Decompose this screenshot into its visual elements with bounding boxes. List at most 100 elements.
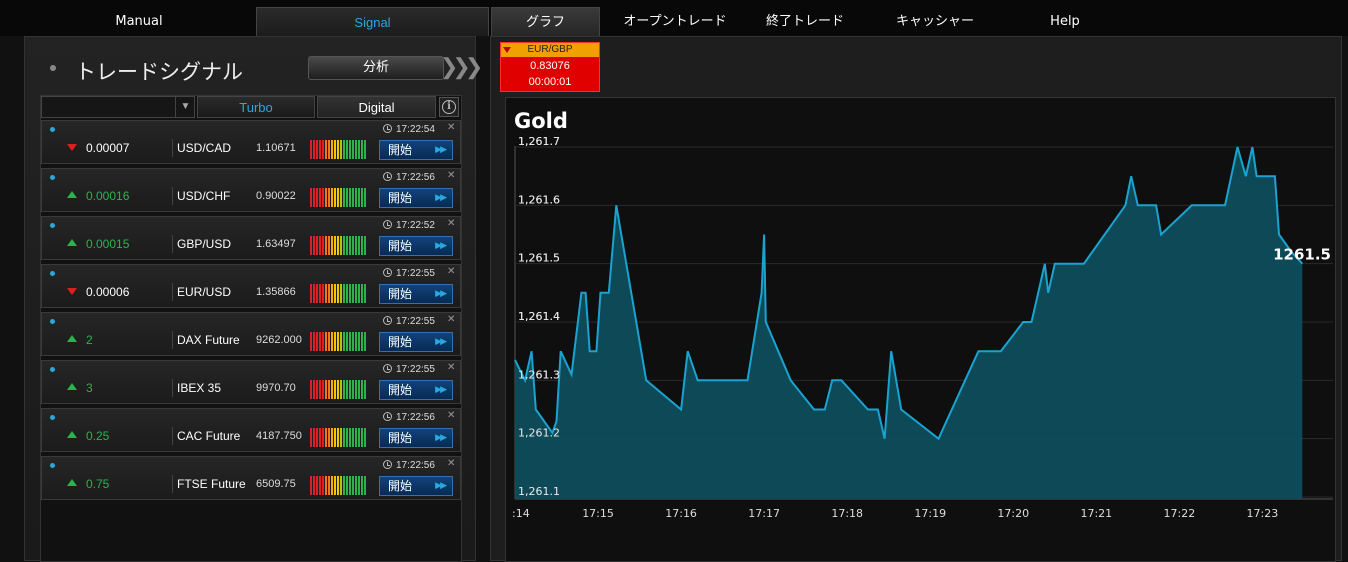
- signal-row: 17:22:55 ✕ 3 IBEX 35 9970.70 開始 ▶▶: [41, 360, 461, 404]
- tab-turbo[interactable]: Turbo: [197, 96, 315, 118]
- arrow-up-icon: [67, 239, 77, 246]
- strength-meter: [310, 380, 366, 399]
- down-arrow-icon: [503, 47, 511, 53]
- divider: [172, 427, 173, 445]
- fast-forward-icon: ▶▶: [435, 145, 447, 155]
- x-tick-label: 17:22: [1164, 507, 1196, 520]
- signal-value: 0.00015: [86, 237, 130, 251]
- nav-open-trades[interactable]: オープントレード: [608, 8, 742, 36]
- signal-value: 0.75: [86, 477, 110, 491]
- start-button[interactable]: 開始 ▶▶: [379, 476, 453, 496]
- signal-time-value: 17:22:54: [396, 124, 435, 135]
- start-button-label: 開始: [388, 479, 413, 493]
- signal-price: 0.90022: [256, 190, 296, 202]
- close-icon[interactable]: ✕: [447, 458, 455, 469]
- close-icon[interactable]: ✕: [447, 362, 455, 373]
- chart-panel: EUR/GBP 0.83076 00:00:01 Gold 1,261.11,2…: [490, 36, 1342, 562]
- nav-help[interactable]: Help: [1030, 8, 1100, 36]
- signal-row: 17:22:55 ✕ 2 DAX Future 9262.000 開始 ▶▶: [41, 312, 461, 356]
- signal-list: ▼ Turbo Digital i 17:22:54 ✕ 0.00007 USD/CA…: [40, 95, 462, 562]
- clock-icon: [383, 220, 392, 229]
- start-button[interactable]: 開始 ▶▶: [379, 332, 453, 352]
- chevrons-right-icon[interactable]: ❯❯❯: [440, 55, 483, 81]
- close-icon[interactable]: ✕: [447, 122, 455, 133]
- signal-price: 9262.000: [256, 334, 302, 346]
- close-icon[interactable]: ✕: [447, 314, 455, 325]
- arrow-up-icon: [67, 383, 77, 390]
- start-button[interactable]: 開始 ▶▶: [379, 284, 453, 304]
- analysis-button[interactable]: 分析: [308, 56, 444, 80]
- gold-chart[interactable]: Gold 1,261.11,261.21,261.31,261.41,261.5…: [505, 97, 1336, 562]
- status-dot-icon: [50, 223, 55, 228]
- tab-digital[interactable]: Digital: [317, 96, 436, 118]
- asset-tab-eur-gbp[interactable]: EUR/GBP 0.83076 00:00:01: [500, 42, 600, 92]
- top-navigation: Manual Signal グラフ オープントレード 終了トレード キャッシャー…: [0, 0, 1348, 36]
- signal-time-value: 17:22:55: [396, 364, 435, 375]
- x-tick-label: 17:16: [665, 507, 697, 520]
- signal-symbol: CAC Future: [177, 429, 241, 443]
- signal-symbol: EUR/USD: [177, 285, 232, 299]
- status-dot-icon: [50, 463, 55, 468]
- asset-tab-price: 0.83076: [530, 60, 570, 72]
- chevron-down-icon[interactable]: ▼: [175, 97, 195, 117]
- divider: [172, 379, 173, 397]
- start-button[interactable]: 開始 ▶▶: [379, 140, 453, 160]
- signal-row: 17:22:55 ✕ 0.00006 EUR/USD 1.35866 開始 ▶▶: [41, 264, 461, 308]
- clock-icon: [383, 364, 392, 373]
- close-icon[interactable]: ✕: [447, 218, 455, 229]
- x-tick-label: 17:20: [997, 507, 1029, 520]
- close-icon[interactable]: ✕: [447, 266, 455, 277]
- asset-tab-symbol: EUR/GBP: [501, 43, 599, 57]
- signal-time-value: 17:22:55: [396, 316, 435, 327]
- signal-price: 9970.70: [256, 382, 296, 394]
- start-button[interactable]: 開始 ▶▶: [379, 428, 453, 448]
- asset-filter-select[interactable]: ▼: [41, 96, 195, 118]
- trade-signals-panel: トレードシグナル 分析 ❯❯❯ ▼ Turbo Digital i 17:22:…: [24, 36, 483, 562]
- signal-time: 17:22:56: [383, 172, 435, 183]
- close-icon[interactable]: ✕: [447, 170, 455, 181]
- nav-closed-trades[interactable]: 終了トレード: [748, 8, 862, 36]
- y-tick-label-overlay: 1,261.7: [518, 135, 560, 148]
- start-button[interactable]: 開始 ▶▶: [379, 236, 453, 256]
- x-tick-label: 17:17: [748, 507, 780, 520]
- x-tick-label: 17:18: [831, 507, 863, 520]
- strength-meter: [310, 236, 366, 255]
- signal-symbol: USD/CHF: [177, 189, 231, 203]
- fast-forward-icon: ▶▶: [435, 385, 447, 395]
- asset-tab-timer: 00:00:01: [528, 76, 572, 88]
- divider: [172, 331, 173, 349]
- chart-svg: 1,261.1 1,261.2 1,261.3 1,261.4 1,261.5 1,261…: [512, 135, 1333, 520]
- arrow-up-icon: [67, 431, 77, 438]
- nav-graph-tab[interactable]: グラフ: [491, 7, 600, 36]
- clock-icon: [383, 268, 392, 277]
- nav-cashier[interactable]: キャッシャー: [878, 8, 992, 36]
- signal-time: 17:22:56: [383, 412, 435, 423]
- strength-meter: [310, 476, 366, 495]
- status-dot-icon: [50, 175, 55, 180]
- signal-price: 1.10671: [256, 142, 296, 154]
- arrow-up-icon: [67, 479, 77, 486]
- divider: [172, 283, 173, 301]
- start-button[interactable]: 開始 ▶▶: [379, 380, 453, 400]
- nav-manual[interactable]: Manual: [88, 8, 190, 36]
- y-tick-label-overlay: 1,261.2: [518, 427, 560, 440]
- signal-price: 4187.750: [256, 430, 302, 442]
- clock-icon: [383, 172, 392, 181]
- nav-signal-tab[interactable]: Signal: [256, 7, 489, 36]
- signal-price: 1.63497: [256, 238, 296, 250]
- info-icon[interactable]: i: [439, 97, 459, 117]
- strength-meter: [310, 140, 366, 159]
- x-tick-label: 17:23: [1247, 507, 1279, 520]
- signal-time: 17:22:52: [383, 220, 435, 231]
- panel-title: トレードシグナル: [75, 60, 243, 84]
- fast-forward-icon: ▶▶: [435, 241, 447, 251]
- signal-time-value: 17:22:56: [396, 460, 435, 471]
- start-button[interactable]: 開始 ▶▶: [379, 188, 453, 208]
- fast-forward-icon: ▶▶: [435, 337, 447, 347]
- start-button-label: 開始: [388, 431, 413, 445]
- strength-meter: [310, 188, 366, 207]
- close-icon[interactable]: ✕: [447, 410, 455, 421]
- signal-time-value: 17:22:56: [396, 172, 435, 183]
- fast-forward-icon: ▶▶: [435, 433, 447, 443]
- x-tick-label: :14: [512, 507, 530, 520]
